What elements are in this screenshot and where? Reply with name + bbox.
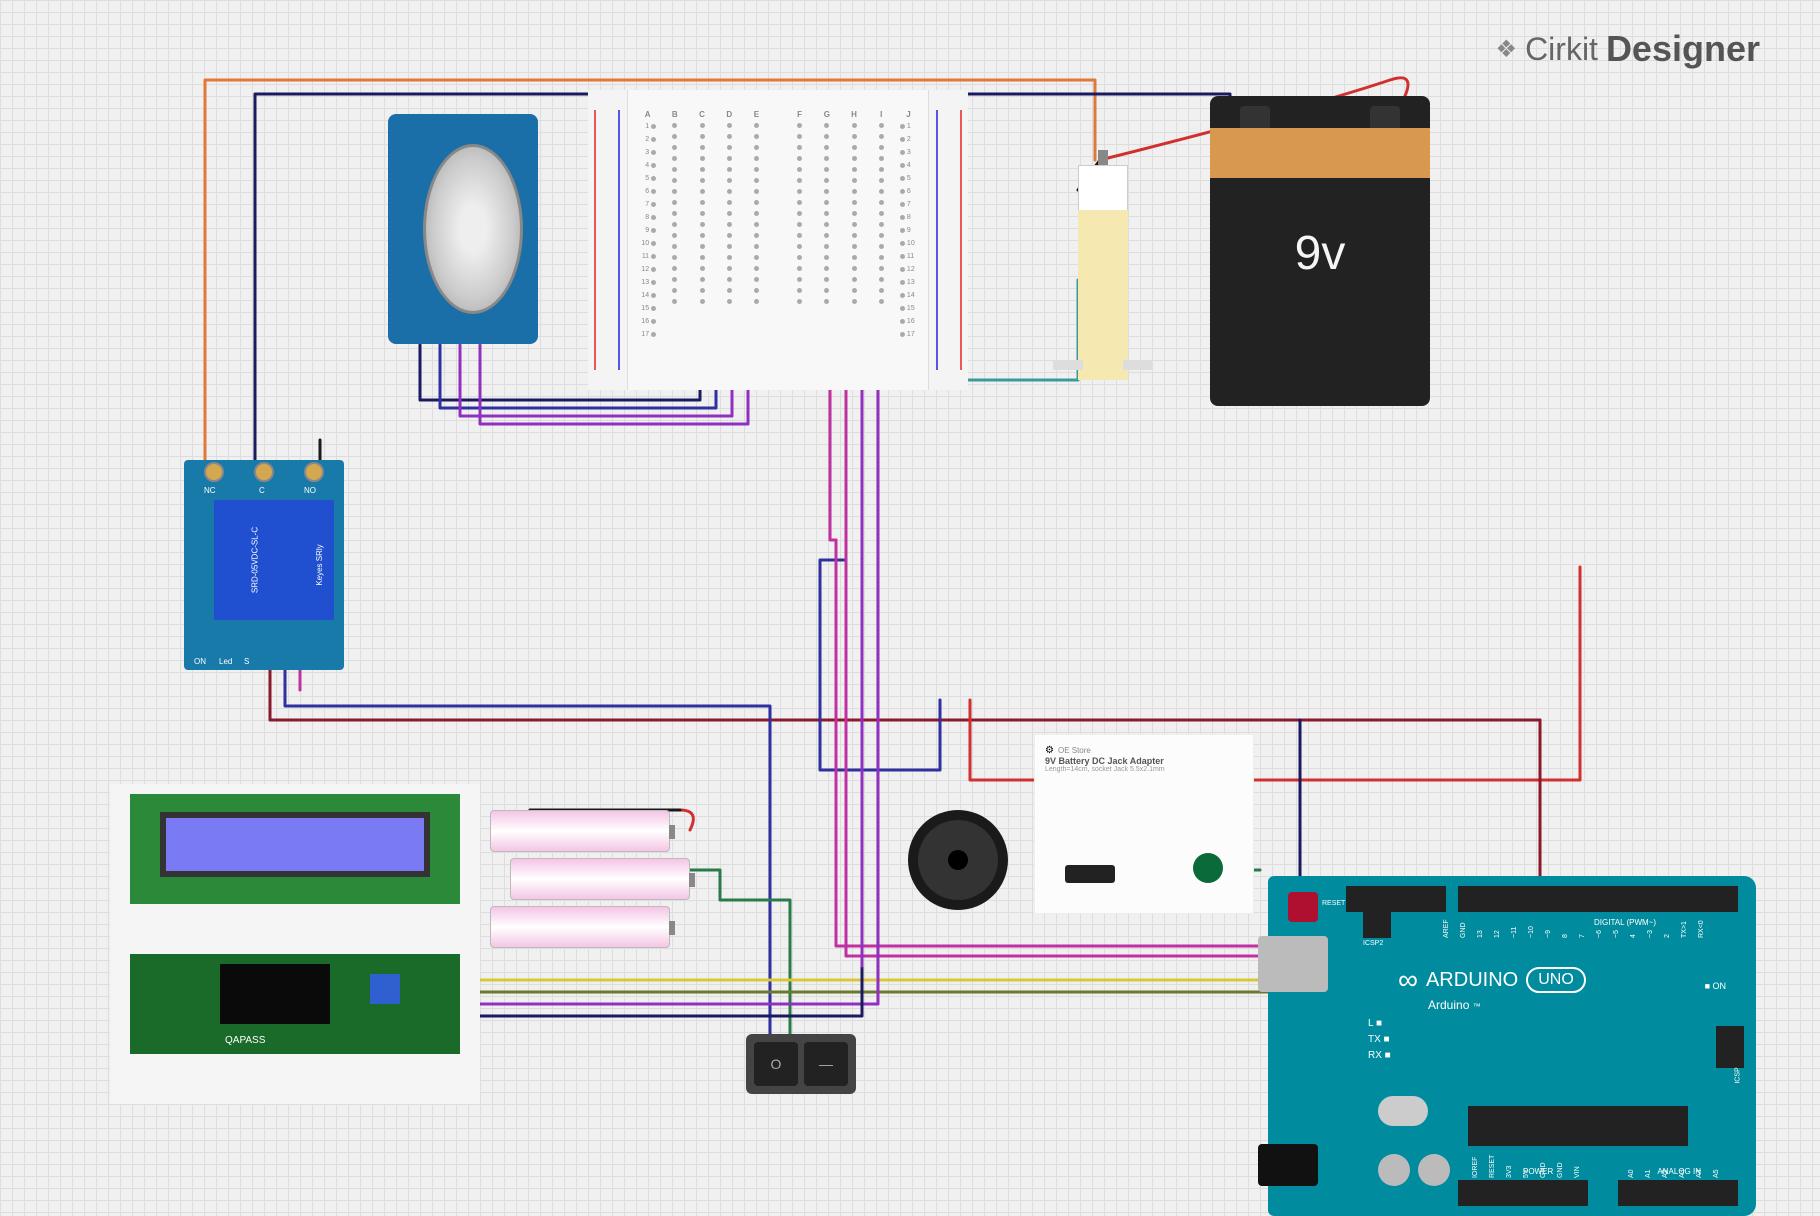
arduino-led-labels: L ■ TX ■ RX ■ xyxy=(1368,1016,1391,1064)
logo-text-2: Designer xyxy=(1606,28,1760,70)
relay-terminal-no xyxy=(304,462,324,482)
relay-module[interactable]: NC C NO SRD-05VDC-SL-C Keyes SRly ON Led… xyxy=(184,460,344,670)
arduino-atmega-chip xyxy=(1468,1106,1688,1146)
arduino-icsp2-label: ICSP2 xyxy=(1363,940,1383,947)
lcd-front xyxy=(130,794,460,904)
battery-terminal-neg xyxy=(1240,106,1270,130)
arduino-infinity-icon: ∞ xyxy=(1398,964,1418,996)
arduino-logo-text: ARDUINO xyxy=(1426,969,1518,992)
relay-terminal-c xyxy=(254,462,274,482)
arduino-icsp xyxy=(1716,1026,1744,1068)
rocker-switch[interactable]: O — xyxy=(746,1034,856,1094)
breadboard-grid: A1234567891011121314151617BCDEFGHIJ12345… xyxy=(628,90,928,390)
app-logo: ❖ Cirkit Designer xyxy=(1496,28,1760,70)
dcjack-plug xyxy=(1065,865,1115,883)
relay-cube-text: SRD-05VDC-SL-C xyxy=(251,527,260,593)
relay-pin-led: Led xyxy=(219,657,232,666)
lcd-i2c-backpack: QAPASS xyxy=(130,954,460,1054)
battery-holder[interactable] xyxy=(490,800,700,960)
dcjack-jack xyxy=(1193,853,1223,883)
relay-label-no: NO xyxy=(304,486,316,495)
arduino-uno-badge: UNO xyxy=(1526,967,1586,993)
breadboard-rail-left xyxy=(588,90,628,390)
arduino-reset-button[interactable] xyxy=(1288,892,1318,922)
dcjack-brand: OE Store xyxy=(1058,746,1091,755)
arduino-on-label: ■ ON xyxy=(1705,981,1726,991)
rocker-off[interactable]: O xyxy=(754,1042,798,1086)
lcd-screen xyxy=(160,812,430,877)
buzzer[interactable] xyxy=(908,810,1008,910)
arduino-sub: Arduino ™ xyxy=(1428,998,1481,1012)
dcjack-title: 9V Battery DC Jack Adapter xyxy=(1045,756,1243,766)
relay-label-c: C xyxy=(259,486,265,495)
dc-motor[interactable] xyxy=(1038,100,1158,390)
battery-terminal-pos xyxy=(1370,106,1400,130)
relay-terminal-nc xyxy=(204,462,224,482)
arduino-uno[interactable]: RESET ICSP2 ICSP ∞ ARDUINO UNO Arduino ™… xyxy=(1268,876,1756,1216)
arduino-power-header xyxy=(1458,1180,1588,1206)
arduino-icsp-label: ICSP xyxy=(1734,1067,1741,1083)
breadboard-rail-right xyxy=(928,90,968,390)
arduino-digital-header-2 xyxy=(1346,886,1446,912)
logo-icon: ❖ xyxy=(1496,35,1518,64)
arduino-logo: ∞ ARDUINO UNO xyxy=(1398,964,1586,996)
gear-icon: ⚙ xyxy=(1045,745,1054,756)
gas-sensor-mesh xyxy=(423,144,523,314)
gas-sensor[interactable]: GAS SENSOR xyxy=(388,114,538,344)
arduino-digital-header xyxy=(1458,886,1738,912)
battery-label: 9v xyxy=(1210,226,1430,281)
arduino-crystal xyxy=(1378,1096,1428,1126)
rocker-on[interactable]: — xyxy=(804,1042,848,1086)
arduino-usb-port xyxy=(1258,936,1328,992)
arduino-reset-label: RESET xyxy=(1322,900,1345,907)
logo-text-1: Cirkit xyxy=(1525,31,1598,68)
arduino-analog-header xyxy=(1618,1180,1738,1206)
relay-pin-on: ON xyxy=(194,657,206,666)
relay-label-nc: NC xyxy=(204,486,216,495)
arduino-digital-label: DIGITAL (PWM~) xyxy=(1594,918,1656,927)
relay-pin-s: S xyxy=(244,657,249,666)
lcd-qapass-label: QAPASS xyxy=(225,1035,265,1046)
breadboard[interactable]: A1234567891011121314151617BCDEFGHIJ12345… xyxy=(588,90,968,390)
lcd-module[interactable]: QAPASS xyxy=(110,784,480,1104)
relay-side-text: Keyes SRly xyxy=(315,544,324,585)
battery-9v[interactable]: 9v xyxy=(1210,96,1430,406)
dc-jack-adapter[interactable]: ⚙ OE Store 9V Battery DC Jack Adapter Le… xyxy=(1034,734,1254,914)
dcjack-sub: Length=14cm, socket Jack 5.5x2.1mm xyxy=(1045,766,1243,773)
lcd-contrast-pot[interactable] xyxy=(370,974,400,1004)
